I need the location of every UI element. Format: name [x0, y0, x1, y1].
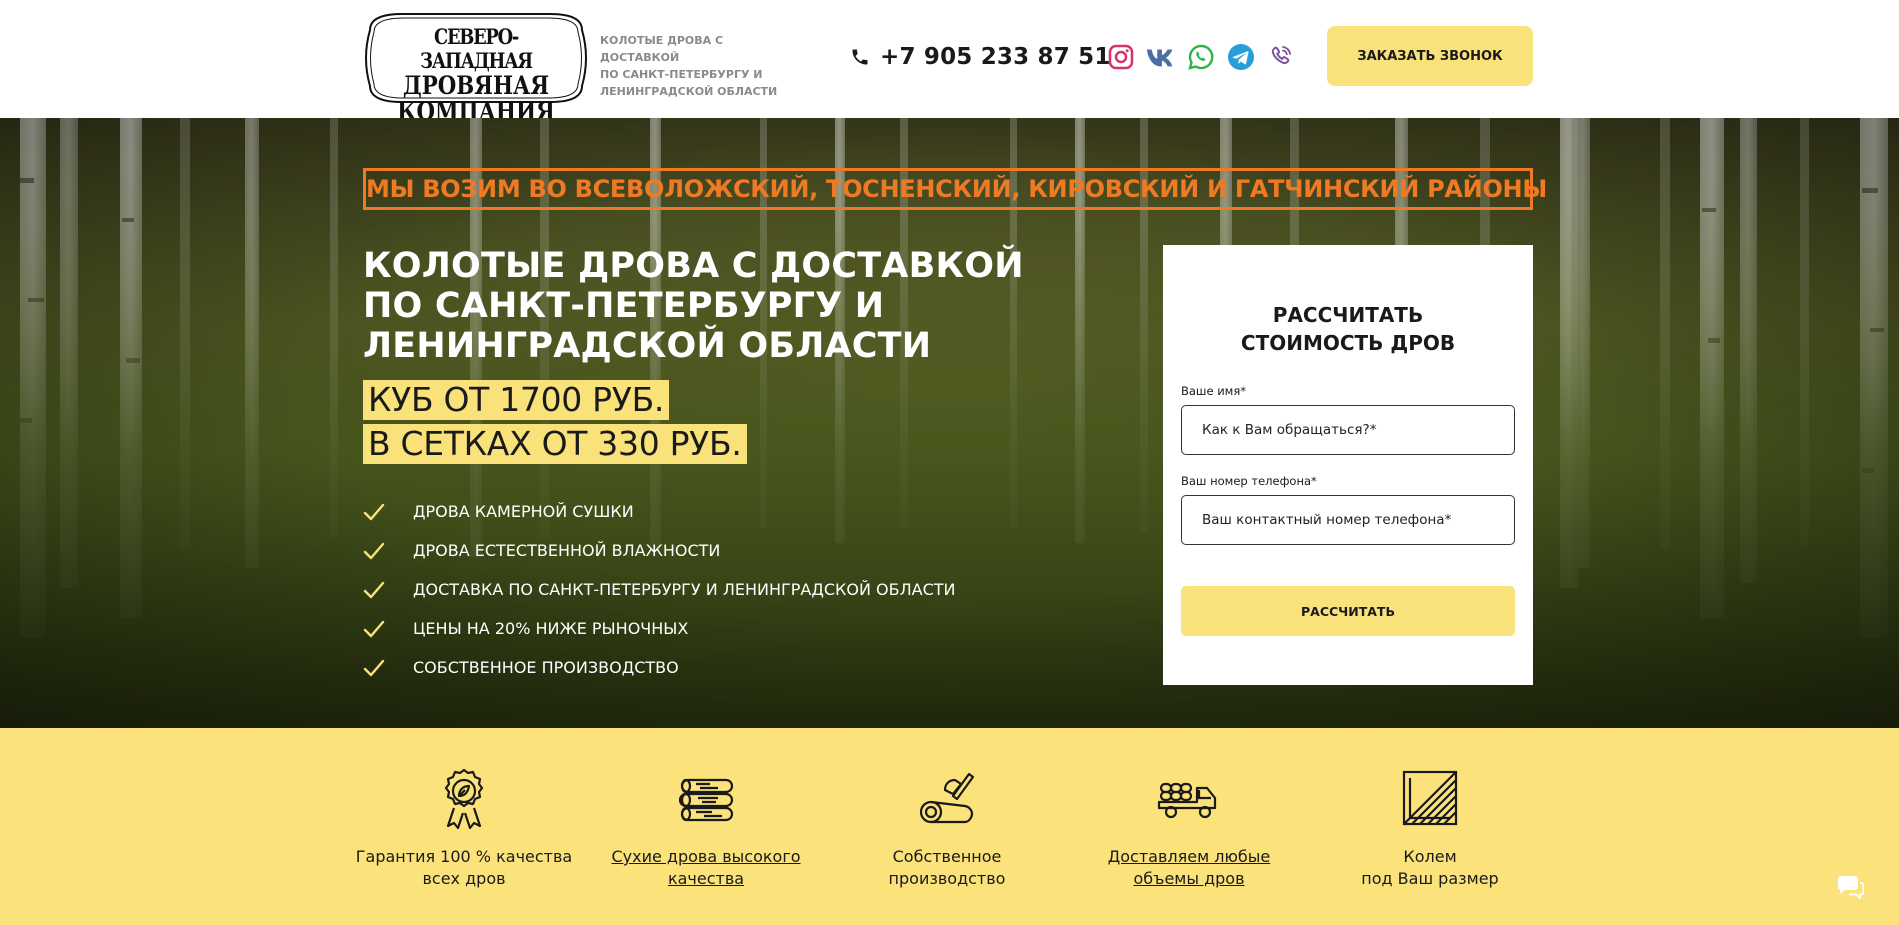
benefit-line: производство [888, 869, 1006, 888]
form-title: РАССЧИТАТЬ СТОИМОСТЬ ДРОВ [1163, 301, 1533, 357]
benefit-line: Гарантия 100 % качества [355, 847, 573, 866]
benefit-text: Собственное производство [837, 846, 1057, 890]
hero-title: КОЛОТЫЕ ДРОВА С ДОСТАВКОЙ ПО САНКТ-ПЕТЕР… [363, 246, 1024, 366]
benefit-delivery-link[interactable]: Доставляем любые объемы дров [1079, 766, 1299, 890]
phone-input[interactable] [1181, 495, 1515, 545]
whatsapp-icon[interactable] [1186, 42, 1216, 72]
logs-icon [678, 778, 734, 822]
price-per-cube: КУБ ОТ 1700 РУБ. [363, 380, 670, 420]
benefit-dry-wood-link[interactable]: Сухие дрова высокого качества [596, 766, 816, 890]
phone-label: Ваш номер телефона* [1181, 474, 1317, 488]
form-title-line: РАССЧИТАТЬ [1272, 303, 1424, 327]
form-title-line: СТОИМОСТЬ ДРОВ [1240, 331, 1456, 355]
calculate-button[interactable]: РАССЧИТАТЬ [1181, 586, 1515, 636]
checkmark-icon [363, 542, 385, 559]
phone-number: +7 905 233 87 51 [880, 44, 1111, 70]
header-tagline: КОЛОТЫЕ ДРОВА С ДОСТАВКОЙ ПО САНКТ-ПЕТЕР… [600, 32, 800, 100]
checkmark-icon [363, 659, 385, 676]
benefits-section: Гарантия 100 % качества всех дров Сухие … [0, 728, 1899, 925]
viber-icon[interactable] [1266, 42, 1296, 72]
benefit-text: Сухие дрова высокого качества [596, 846, 816, 890]
telegram-icon[interactable] [1226, 42, 1256, 72]
checkmark-icon [363, 503, 385, 520]
feature-item: ДРОВА КАМЕРНОЙ СУШКИ [363, 492, 955, 531]
checkmark-icon [363, 620, 385, 637]
header-phone-link[interactable]: +7 905 233 87 51 [850, 40, 1111, 74]
instagram-icon[interactable] [1106, 42, 1136, 72]
tagline-line: ЛЕНИНГРАДСКОЙ ОБЛАСТИ [600, 85, 778, 98]
wood-cut-icon [1402, 770, 1458, 826]
feature-text: СОБСТВЕННОЕ ПРОИЗВОДСТВО [413, 658, 679, 677]
benefit-line: качества [667, 869, 745, 888]
delivery-regions-banner: МЫ ВОЗИМ ВО ВСЕВОЛОЖСКИЙ, ТОСНЕНСКИЙ, КИ… [363, 168, 1547, 210]
order-call-button[interactable]: ЗАКАЗАТЬ ЗВОНОК [1327, 26, 1533, 86]
chat-widget-icon[interactable] [1836, 875, 1864, 899]
quality-badge-icon [444, 768, 484, 830]
benefit-line: Сухие дрова высокого [611, 847, 801, 866]
benefit-line: под Ваш размер [1361, 869, 1499, 888]
benefit-line: всех дров [422, 869, 506, 888]
truck-logs-icon [1157, 782, 1217, 819]
benefit-line: Доставляем любые [1107, 847, 1271, 866]
feature-item: ДРОВА ЕСТЕСТВЕННОЙ ВЛАЖНОСТИ [363, 531, 955, 570]
feature-text: ДРОВА КАМЕРНОЙ СУШКИ [413, 502, 634, 521]
price-per-net: В СЕТКАХ ОТ 330 РУБ. [363, 424, 747, 464]
feature-item: ДОСТАВКА ПО САНКТ-ПЕТЕРБУРГУ И ЛЕНИНГРАД… [363, 570, 955, 609]
phone-icon [852, 49, 868, 65]
benefit-line: Собственное [892, 847, 1002, 866]
logo-line-2: ДРОВЯНАЯ [402, 71, 550, 100]
tagline-line: КОЛОТЫЕ ДРОВА С ДОСТАВКОЙ [600, 34, 724, 64]
feature-text: ДРОВА ЕСТЕСТВЕННОЙ ВЛАЖНОСТИ [413, 541, 721, 560]
name-input[interactable] [1181, 405, 1515, 455]
feature-text: ДОСТАВКА ПО САНКТ-ПЕТЕРБУРГУ И ЛЕНИНГРАД… [413, 580, 956, 599]
vk-icon[interactable] [1146, 42, 1176, 72]
benefit-text: Гарантия 100 % качества всех дров [354, 846, 574, 890]
benefit-text: Доставляем любые объемы дров [1079, 846, 1299, 890]
site-header: СЕВЕРО-ЗАПАДНАЯ ДРОВЯНАЯ КОМПАНИЯ КОЛОТЫ… [0, 0, 1899, 125]
checkmark-icon [363, 581, 385, 598]
logo-line-1: СЕВЕРО-ЗАПАДНАЯ [420, 24, 533, 73]
axe-log-icon [919, 772, 975, 824]
feature-text: ЦЕНЫ НА 20% НИЖЕ РЫНОЧНЫХ [413, 619, 689, 638]
benefit-text: Колем под Ваш размер [1320, 846, 1540, 890]
hero-section: МЫ ВОЗИМ ВО ВСЕВОЛОЖСКИЙ, ТОСНЕНСКИЙ, КИ… [0, 118, 1899, 728]
social-links [1106, 42, 1296, 72]
benefit-line: объемы дров [1133, 869, 1245, 888]
benefit-item: Колем под Ваш размер [1320, 766, 1540, 890]
company-logo[interactable]: СЕВЕРО-ЗАПАДНАЯ ДРОВЯНАЯ КОМПАНИЯ [362, 8, 590, 125]
tagline-line: ПО САНКТ-ПЕТЕРБУРГУ И [600, 68, 763, 81]
features-list: ДРОВА КАМЕРНОЙ СУШКИ ДРОВА ЕСТЕСТВЕННОЙ … [363, 492, 955, 687]
logo-text: СЕВЕРО-ЗАПАДНАЯ ДРОВЯНАЯ КОМПАНИЯ [362, 25, 590, 125]
benefit-item: Гарантия 100 % качества всех дров [354, 766, 574, 890]
name-label: Ваше имя* [1181, 384, 1247, 398]
feature-item: СОБСТВЕННОЕ ПРОИЗВОДСТВО [363, 648, 955, 687]
benefit-item: Собственное производство [837, 766, 1057, 890]
feature-item: ЦЕНЫ НА 20% НИЖЕ РЫНОЧНЫХ [363, 609, 955, 648]
benefit-line: Колем [1403, 847, 1457, 866]
price-calculation-form: РАССЧИТАТЬ СТОИМОСТЬ ДРОВ Ваше имя* Ваш … [1163, 245, 1533, 685]
